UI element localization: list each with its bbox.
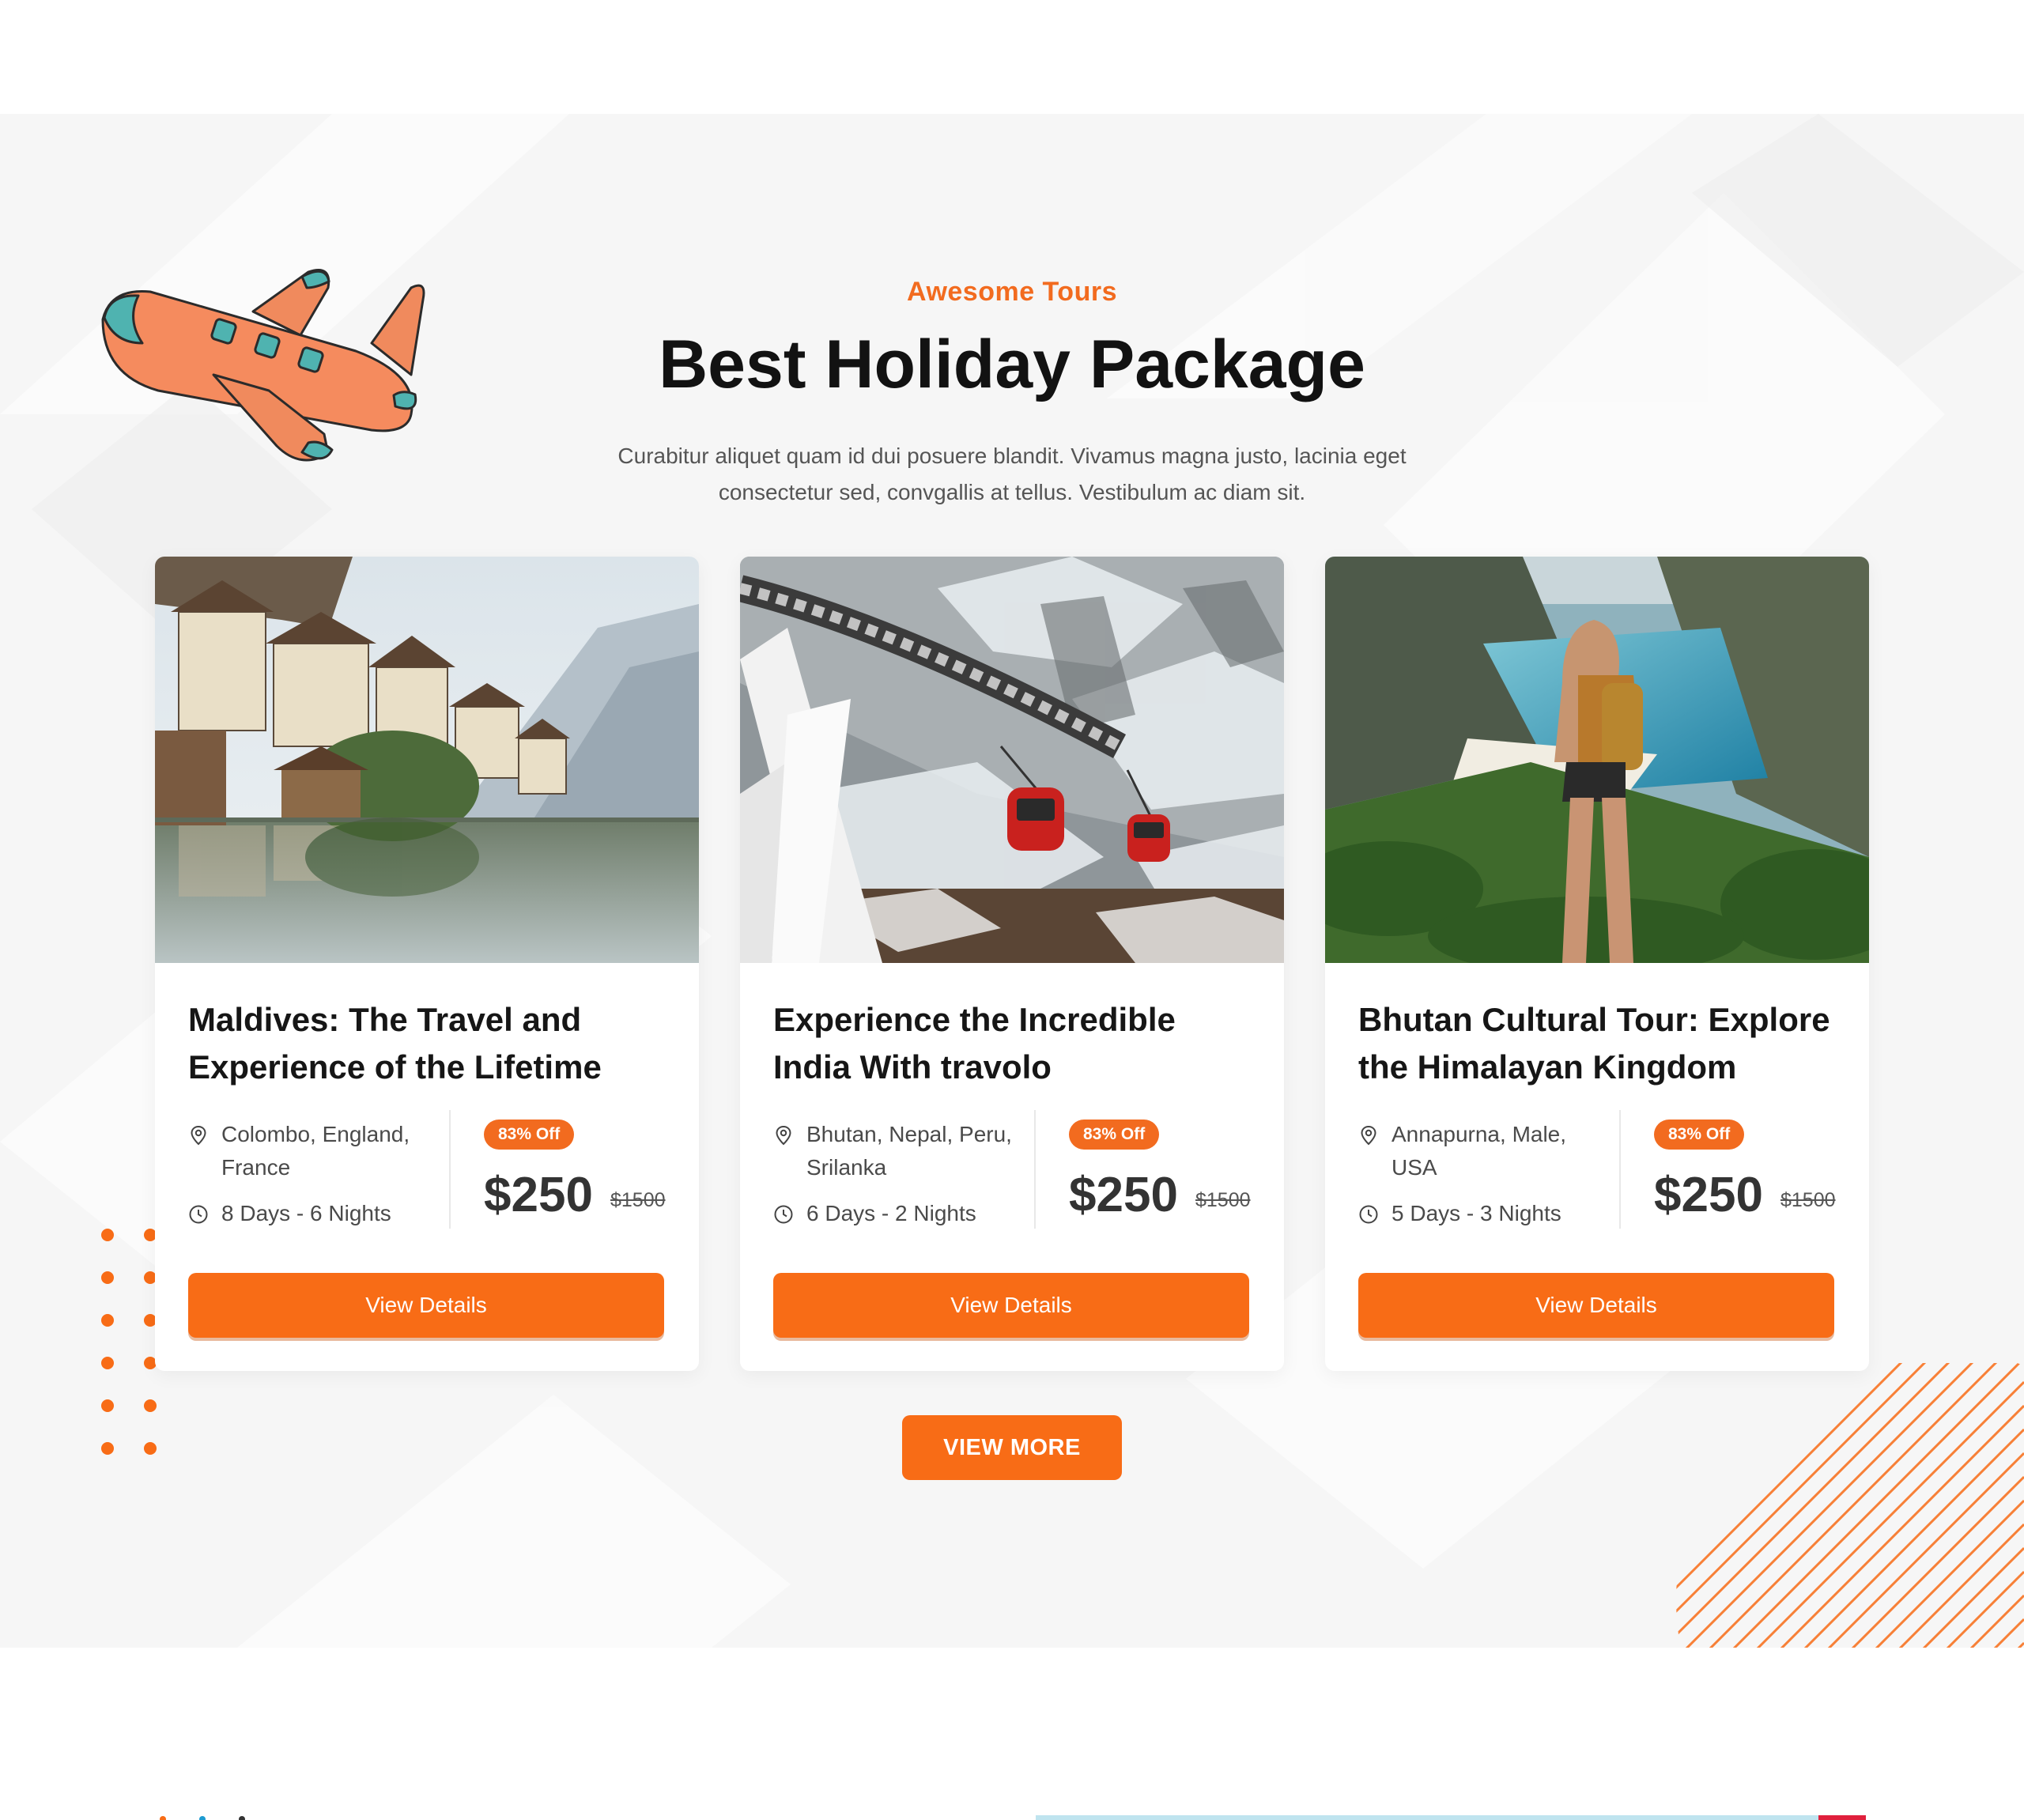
discount-badge: 83% Off [1069,1120,1160,1150]
package-price: $250 [484,1168,593,1222]
section-eyebrow: Awesome Tours [907,277,1117,307]
package-location-text: Bhutan, Nepal, Peru, Srilanka [806,1122,1012,1180]
holiday-package-section: Awesome Tours Best Holiday Package Curab… [0,114,2024,1648]
next-section-image-edge [1036,1815,1866,1820]
package-image-lake-village[interactable] [155,557,699,963]
discount-badge: 83% Off [1654,1120,1745,1150]
package-title[interactable]: Maldives: The Travel and Experience of t… [188,996,670,1091]
package-title[interactable]: Experience the Incredible India With tra… [773,996,1256,1091]
view-details-button[interactable]: View Details [188,1273,664,1338]
card-divider [449,1110,451,1229]
package-duration-text: 8 Days - 6 Nights [221,1201,391,1225]
package-price: $250 [1069,1168,1178,1222]
package-location: Annapurna, Male, USA [1358,1118,1611,1184]
location-pin-icon [776,1125,791,1146]
section-title: Best Holiday Package [659,327,1365,402]
decorative-stripes [1676,1363,2024,1648]
location-pin-icon [1361,1125,1376,1146]
package-meta: Bhutan, Nepal, Peru, Srilanka 6 Days - 2… [773,1118,1026,1225]
package-meta: Colombo, England, France 8 Days - 6 Nigh… [188,1118,441,1225]
package-title[interactable]: Bhutan Cultural Tour: Explore the Himala… [1358,996,1841,1091]
clock-icon [774,1205,793,1224]
package-location-text: Colombo, England, France [221,1122,410,1180]
section-subtitle: Curabitur aliquet quam id dui posuere bl… [617,444,1407,504]
card-divider [1034,1110,1036,1229]
package-card: Bhutan Cultural Tour: Explore the Himala… [1325,557,1869,1371]
view-details-button[interactable]: View Details [1358,1273,1834,1338]
package-price: $250 [1654,1168,1763,1222]
package-image-coastal-hiker[interactable] [1325,557,1869,963]
location-pin-icon [191,1125,206,1146]
view-details-button[interactable]: View Details [773,1273,1249,1338]
card-divider [1619,1110,1621,1229]
package-meta: Annapurna, Male, USA 5 Days - 3 Nights [1358,1118,1611,1225]
package-card: Maldives: The Travel and Experience of t… [155,557,699,1371]
next-section-accent [1818,1815,1866,1820]
package-location: Colombo, England, France [188,1118,441,1184]
package-old-price: $1500 [1780,1189,1836,1211]
package-duration-text: 6 Days - 2 Nights [806,1201,976,1225]
package-old-price: $1500 [1195,1189,1251,1211]
package-card: Experience the Incredible India With tra… [740,557,1284,1371]
package-location: Bhutan, Nepal, Peru, Srilanka [773,1118,1026,1184]
view-more-button[interactable]: VIEW MORE [902,1415,1122,1480]
next-section-decoration [160,1816,245,1820]
package-duration: 6 Days - 2 Nights [773,1197,1026,1230]
discount-badge: 83% Off [484,1120,575,1150]
package-duration: 5 Days - 3 Nights [1358,1197,1611,1230]
package-duration: 8 Days - 6 Nights [188,1197,441,1230]
clock-icon [189,1205,208,1224]
clock-icon [1359,1205,1378,1224]
package-old-price: $1500 [610,1189,666,1211]
package-location-text: Annapurna, Male, USA [1392,1122,1567,1180]
package-duration-text: 5 Days - 3 Nights [1392,1201,1561,1225]
package-image-cable-car[interactable] [740,557,1284,963]
